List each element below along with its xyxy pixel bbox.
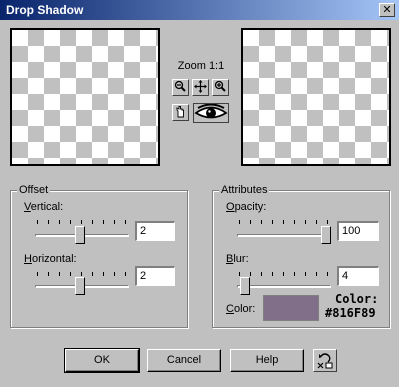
- opacity-slider-thumb[interactable]: [321, 226, 331, 244]
- color-label: Color:: [226, 303, 256, 315]
- zoom-out-icon: [174, 80, 186, 92]
- horizontal-label: Horizontal:: [24, 253, 77, 265]
- window-title: Drop Shadow: [6, 3, 84, 17]
- hand-icon: [176, 106, 184, 118]
- reset-button[interactable]: [313, 349, 337, 372]
- eye-icon: [194, 103, 228, 119]
- blur-ticks: [239, 272, 329, 276]
- zoom-label: Zoom 1:1: [177, 60, 225, 72]
- before-preview[interactable]: [10, 28, 160, 166]
- zoom-in-button[interactable]: [212, 79, 229, 96]
- blur-field[interactable]: 4: [337, 266, 379, 286]
- hand-button[interactable]: [172, 104, 189, 121]
- color-hex: #816F89: [325, 306, 376, 320]
- offset-group-label: Offset: [17, 184, 51, 196]
- attributes-group-label: Attributes: [219, 184, 270, 196]
- color-caption: Color: #816F89: [325, 292, 379, 320]
- opacity-ticks: [239, 220, 329, 224]
- vertical-field[interactable]: 2: [135, 221, 175, 241]
- close-icon: ✕: [382, 3, 392, 16]
- color-swatch[interactable]: [263, 295, 319, 321]
- title-bar: Drop Shadow ✕: [0, 0, 399, 20]
- blur-slider-track[interactable]: [237, 285, 331, 288]
- pan-icon: [194, 80, 207, 93]
- vertical-label: Vertical:: [24, 201, 64, 213]
- opacity-slider-track[interactable]: [237, 234, 331, 237]
- opacity-label: Opacity:: [226, 201, 267, 213]
- reset-icon: [317, 353, 333, 369]
- horizontal-field[interactable]: 2: [135, 266, 175, 286]
- vertical-slider-thumb[interactable]: [75, 226, 86, 244]
- show-preview-toggle[interactable]: [193, 103, 229, 123]
- vertical-ticks: [37, 220, 127, 224]
- horizontal-ticks: [37, 272, 127, 276]
- pan-button[interactable]: [192, 79, 209, 96]
- opacity-field[interactable]: 100: [337, 221, 379, 241]
- blur-slider-thumb[interactable]: [239, 277, 250, 295]
- ok-button[interactable]: OK: [64, 348, 140, 373]
- blur-label: Blur:: [226, 253, 249, 265]
- zoom-in-icon: [214, 80, 226, 92]
- cancel-button[interactable]: Cancel: [147, 349, 221, 372]
- help-button[interactable]: Help: [230, 349, 304, 372]
- close-button[interactable]: ✕: [379, 3, 395, 17]
- horizontal-slider-thumb[interactable]: [75, 277, 86, 295]
- zoom-out-button[interactable]: [172, 79, 189, 96]
- after-preview: [241, 28, 391, 166]
